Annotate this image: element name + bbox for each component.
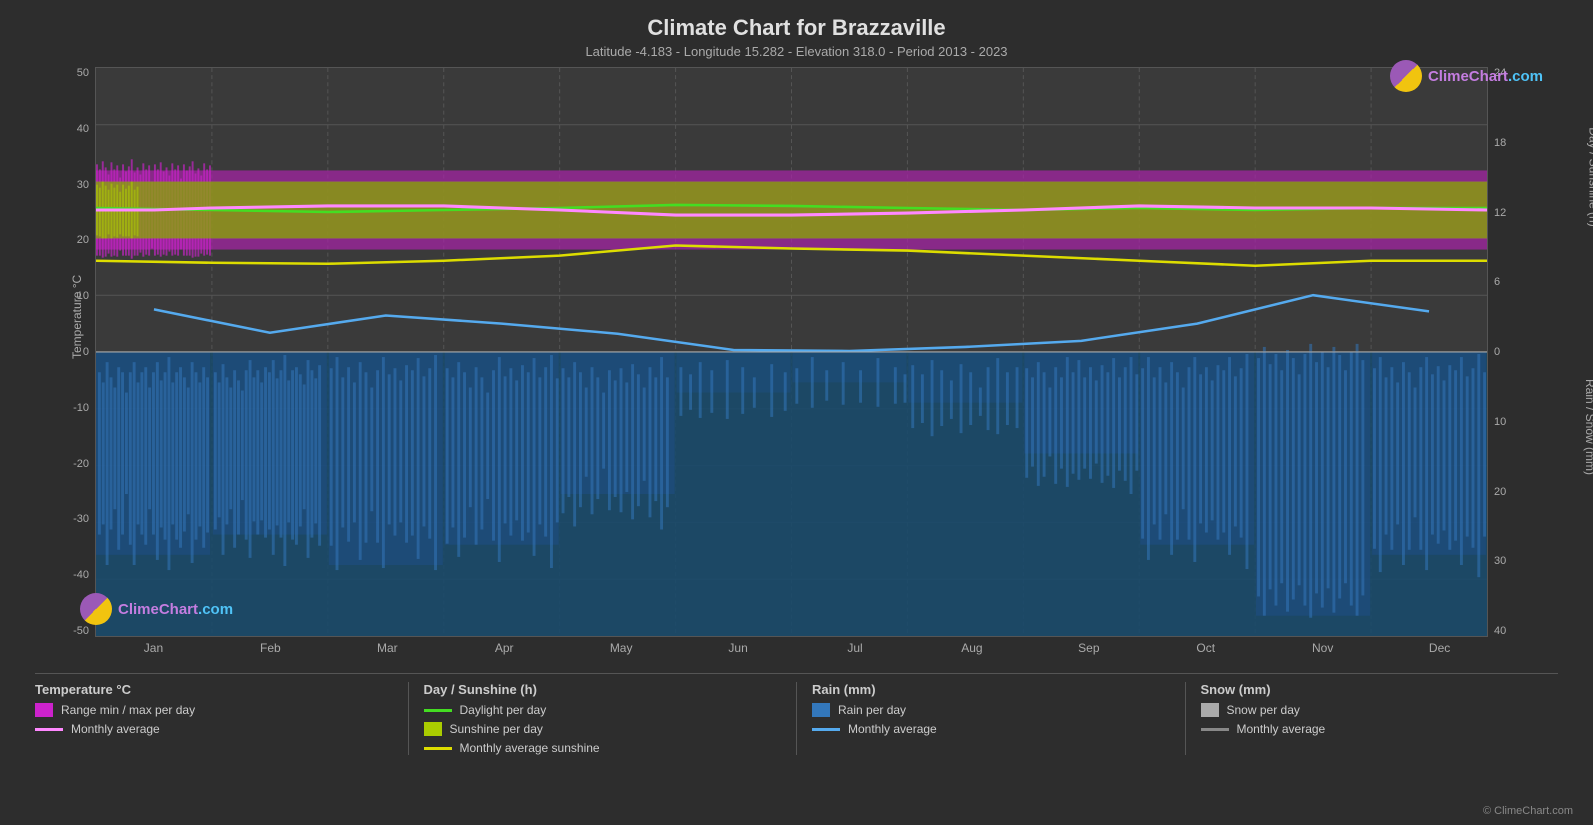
chart-svg-area: // This is decorative - rendered in SVG … — [95, 67, 1488, 637]
y-tick-right-r30: 30 — [1494, 555, 1558, 567]
y-tick-m10: -10 — [35, 402, 89, 414]
legend-snow-header: Snow (mm) — [1201, 682, 1559, 697]
rain-swatch — [812, 703, 830, 717]
logo-top-right: ClimeChart.com — [1390, 60, 1543, 92]
sunshine-swatch — [424, 722, 442, 736]
legend-sunshine-header: Day / Sunshine (h) — [424, 682, 782, 697]
logo-icon-top — [1390, 60, 1422, 92]
logo-icon-bottom — [80, 593, 112, 625]
snow-avg-swatch — [1201, 728, 1229, 731]
y-axis-left: Temperature °C 50 40 30 20 10 0 -10 -20 … — [35, 67, 95, 637]
legend-rain-header: Rain (mm) — [812, 682, 1170, 697]
y-axis-right-label-top: Day / Sunshine (h) — [1586, 127, 1593, 226]
snow-per-day-label: Snow per day — [1227, 703, 1300, 717]
x-tick-jan: Jan — [95, 641, 212, 663]
y-tick-right-12: 12 — [1494, 207, 1558, 219]
y-tick-20: 20 — [35, 234, 89, 246]
logo-clime: ClimeChart — [1428, 68, 1508, 85]
x-tick-dec: Dec — [1381, 641, 1498, 663]
logo-com-bottom: .com — [198, 601, 233, 618]
snow-avg-label: Monthly average — [1237, 722, 1326, 736]
legend-temp-avg: Monthly average — [35, 722, 393, 736]
temp-avg-label: Monthly average — [71, 722, 160, 736]
x-tick-nov: Nov — [1264, 641, 1381, 663]
legend-daylight: Daylight per day — [424, 703, 782, 717]
y-tick-right-r20: 20 — [1494, 486, 1558, 498]
x-tick-apr: Apr — [446, 641, 563, 663]
legend-temp-range: Range min / max per day — [35, 703, 393, 717]
y-tick-m20: -20 — [35, 458, 89, 470]
temp-range-label: Range min / max per day — [61, 703, 195, 717]
daylight-line-swatch — [424, 709, 452, 712]
legend-sunshine-avg: Monthly average sunshine — [424, 741, 782, 755]
x-tick-mar: Mar — [329, 641, 446, 663]
temp-avg-line-swatch — [35, 728, 63, 731]
legend-area: Temperature °C Range min / max per day M… — [35, 673, 1558, 755]
temp-range-swatch — [35, 703, 53, 717]
logo-bottom-left: ClimeChart.com — [80, 593, 233, 625]
legend-rain-per-day: Rain per day — [812, 703, 1170, 717]
chart-subtitle: Latitude -4.183 - Longitude 15.282 - Ele… — [20, 44, 1573, 59]
x-tick-feb: Feb — [212, 641, 329, 663]
y-axis-left-label: Temperature °C — [70, 275, 84, 359]
sunshine-avg-label: Monthly average sunshine — [460, 741, 600, 755]
logo-com: .com — [1508, 68, 1543, 85]
legend-temperature: Temperature °C Range min / max per day M… — [35, 682, 409, 755]
rain-per-day-label: Rain per day — [838, 703, 906, 717]
y-tick-right-r10: 10 — [1494, 416, 1558, 428]
copyright: © ClimeChart.com — [1483, 805, 1573, 817]
y-tick-m30: -30 — [35, 513, 89, 525]
legend-snow-avg: Monthly average — [1201, 722, 1559, 736]
y-tick-right-18: 18 — [1494, 137, 1558, 149]
y-tick-right-0: 0 — [1494, 346, 1558, 358]
daylight-label: Daylight per day — [460, 703, 547, 717]
y-tick-m40: -40 — [35, 569, 89, 581]
legend-snow-per-day: Snow per day — [1201, 703, 1559, 717]
y-tick-right-6: 6 — [1494, 276, 1558, 288]
logo-text-top: ClimeChart.com — [1428, 68, 1543, 85]
rain-avg-swatch — [812, 728, 840, 731]
x-tick-oct: Oct — [1147, 641, 1264, 663]
x-axis: Jan Feb Mar Apr May Jun Jul Aug Sep Oct … — [95, 641, 1498, 663]
chart-container: Climate Chart for Brazzaville Latitude -… — [0, 0, 1593, 825]
sunshine-per-day-label: Sunshine per day — [450, 722, 543, 736]
x-tick-jun: Jun — [680, 641, 797, 663]
rain-avg-label: Monthly average — [848, 722, 937, 736]
y-axis-right: 24 18 12 6 0 10 20 30 40 Day / Sunshine … — [1488, 67, 1558, 637]
legend-temp-header: Temperature °C — [35, 682, 393, 697]
sunshine-avg-swatch — [424, 747, 452, 750]
y-tick-30: 30 — [35, 179, 89, 191]
logo-text-bottom: ClimeChart.com — [118, 601, 233, 618]
y-tick-40: 40 — [35, 123, 89, 135]
main-svg: // This is decorative - rendered in SVG … — [96, 68, 1487, 636]
legend-sunshine-per-day: Sunshine per day — [424, 722, 782, 736]
legend-sunshine: Day / Sunshine (h) Daylight per day Suns… — [409, 682, 798, 755]
legend-rain: Rain (mm) Rain per day Monthly average — [797, 682, 1186, 755]
chart-title: Climate Chart for Brazzaville — [20, 15, 1573, 41]
x-tick-may: May — [563, 641, 680, 663]
y-tick-right-r40: 40 — [1494, 625, 1558, 637]
snow-swatch — [1201, 703, 1219, 717]
logo-clime-bottom: ClimeChart — [118, 601, 198, 618]
x-tick-jul: Jul — [797, 641, 914, 663]
legend-rain-avg: Monthly average — [812, 722, 1170, 736]
x-tick-sep: Sep — [1030, 641, 1147, 663]
x-tick-aug: Aug — [913, 641, 1030, 663]
legend-snow: Snow (mm) Snow per day Monthly average — [1186, 682, 1559, 755]
y-tick-m50: -50 — [35, 625, 89, 637]
y-tick-50: 50 — [35, 67, 89, 79]
y-axis-right-label-bottom: Rain / Snow (mm) — [1583, 379, 1593, 475]
